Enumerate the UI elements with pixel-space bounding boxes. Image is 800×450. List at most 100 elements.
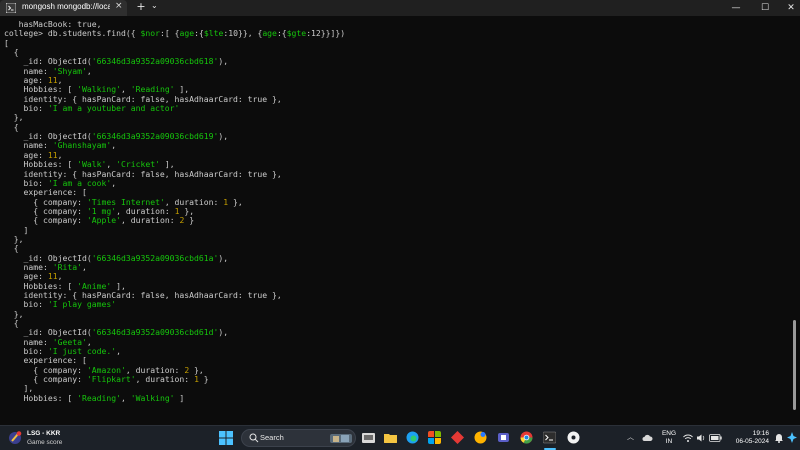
- terminal-segment: 'Apple': [86, 215, 121, 226]
- weather-widget[interactable]: LSG - KKR Game score: [8, 429, 98, 449]
- terminal-text: hasMacBook: true, college> db.students.fi…: [0, 16, 792, 403]
- search-icon: [249, 433, 259, 443]
- terminal-line: _id: ObjectId('66346d3a9352a09036cbd619'…: [4, 131, 792, 142]
- terminal-line: bio: 'I am a cook',: [4, 177, 792, 188]
- terminal-line: identity: { hasPanCard: false, hasAdhaar…: [4, 169, 792, 179]
- folder-icon[interactable]: [384, 431, 397, 444]
- volume-icon[interactable]: [696, 433, 706, 443]
- terminal-segment: ,: [111, 177, 117, 188]
- scrollbar-thumb[interactable]: [793, 320, 796, 410]
- terminal-segment: , duration:: [135, 374, 195, 385]
- lang-bottom: IN: [665, 438, 673, 445]
- terminal-segment: :{: [194, 28, 204, 39]
- terminal-line: _id: ObjectId('66346d3a9352a09036cbd61d'…: [4, 328, 792, 337]
- terminal-segment: 'Walking': [130, 392, 175, 403]
- terminal-segment: ,: [111, 140, 117, 151]
- terminal-line: bio: 'I just code.',: [4, 346, 792, 357]
- terminal-line: },: [4, 309, 792, 319]
- app-yellow-icon[interactable]: [474, 431, 487, 444]
- terminal-line: bio: 'I am a youtuber and actor': [4, 103, 792, 114]
- terminal-app-icon[interactable]: [543, 431, 556, 444]
- terminal-line: Hobbies: [ 'Reading', 'Walking' ]: [4, 392, 792, 403]
- edge-icon[interactable]: [406, 431, 419, 444]
- close-window-button[interactable]: ✕: [782, 1, 800, 15]
- terminal-segment: $gte: [286, 28, 307, 39]
- terminal-line: { company: 'Apple', duration: 2 }: [4, 216, 792, 225]
- notification-bell-icon[interactable]: [774, 432, 784, 443]
- app-white-icon[interactable]: [567, 431, 580, 444]
- terminal-segment: ]: [174, 392, 185, 403]
- close-tab-icon[interactable]: ×: [115, 1, 123, 11]
- taskbar-search[interactable]: Search: [241, 429, 356, 447]
- terminal-segment: 'I am a youtuber and actor': [47, 103, 180, 114]
- new-tab-button[interactable]: +: [135, 0, 147, 13]
- app-red-icon[interactable]: [451, 431, 464, 444]
- terminal-segment: 'I play games': [47, 299, 117, 310]
- terminal-segment: age: [179, 28, 195, 39]
- terminal-segment: '66346d3a9352a09036cbd61d': [91, 327, 219, 338]
- tab-dropdown-icon[interactable]: ⌄: [151, 1, 158, 10]
- battery-icon[interactable]: [709, 434, 722, 442]
- terminal-tab-icon: [6, 3, 16, 13]
- maximize-button[interactable]: ☐: [756, 1, 774, 15]
- terminal-line: },: [4, 113, 792, 122]
- lang-top: ENG: [661, 430, 677, 437]
- terminal-segment: :[ {: [159, 28, 180, 39]
- terminal-segment: }: [184, 215, 195, 226]
- terminal-output[interactable]: hasMacBook: true, college> db.students.fi…: [0, 16, 792, 425]
- terminal-segment: 'Flipkart': [86, 374, 136, 385]
- widgets-icon[interactable]: [787, 432, 797, 443]
- terminal-segment: ),: [218, 56, 229, 67]
- terminal-line: name: 'Rita',: [4, 262, 792, 272]
- terminal-segment: 'Reading': [77, 392, 121, 403]
- cricket-icon: [9, 431, 22, 444]
- chevron-up-icon[interactable]: ︿: [627, 432, 634, 442]
- terminal-line: identity: { hasPanCard: false, hasAdhaar…: [4, 290, 792, 300]
- terminal-segment: :12}}]}): [306, 28, 346, 39]
- terminal-segment: ),: [218, 327, 229, 338]
- file-explorer-icon[interactable]: [362, 431, 375, 444]
- terminal-tab[interactable]: mongosh mongodb://localho ×: [0, 0, 127, 16]
- terminal-line: { company: 'Flipkart', duration: 1 }: [4, 374, 792, 385]
- terminal-segment: college> db.students.find({: [4, 28, 141, 39]
- terminal-segment: :{: [276, 28, 287, 39]
- terminal-line: [: [4, 38, 792, 48]
- terminal-line: name: 'Ghanshayam',: [4, 141, 792, 150]
- language-indicator[interactable]: ENG IN: [661, 430, 677, 446]
- store-icon[interactable]: [428, 431, 441, 444]
- terminal-segment: ),: [218, 252, 229, 263]
- terminal-line: _id: ObjectId('66346d3a9352a09036cbd61a'…: [4, 252, 792, 263]
- minimize-button[interactable]: —: [727, 1, 745, 15]
- weather-title: LSG - KKR: [27, 430, 61, 437]
- terminal-segment: }: [198, 374, 209, 385]
- terminal-line: bio: 'I play games': [4, 300, 792, 309]
- clock-time: 19:16: [752, 430, 769, 437]
- terminal-segment: ,: [120, 392, 131, 403]
- weather-subtitle: Game score: [27, 439, 63, 446]
- terminal-segment: ),: [218, 131, 229, 142]
- terminal-segment: $lte: [203, 28, 224, 39]
- terminal-line: _id: ObjectId('66346d3a9352a09036cbd618'…: [4, 57, 792, 66]
- cloud-icon[interactable]: [642, 433, 653, 443]
- teams-icon[interactable]: [497, 431, 510, 444]
- windows-start-icon[interactable]: [219, 431, 233, 445]
- tab-title: mongosh mongodb://localho: [22, 2, 110, 11]
- terminal-segment: $nor: [140, 28, 160, 39]
- terminal-line: ]: [4, 225, 792, 235]
- terminal-segment: '66346d3a9352a09036cbd618': [91, 56, 219, 67]
- title-bar: mongosh mongodb://localho × + ⌄ — ☐ ✕: [0, 0, 800, 16]
- terminal-line: name: 'Shyam',: [4, 65, 792, 76]
- terminal-segment: Hobbies: [: [4, 392, 78, 403]
- terminal-segment: ,: [86, 65, 92, 76]
- search-highlight-icon: [330, 434, 352, 443]
- terminal-segment: , duration:: [120, 215, 180, 226]
- chrome-icon[interactable]: [520, 431, 533, 444]
- wifi-icon[interactable]: [683, 433, 693, 443]
- terminal-segment: ,: [116, 346, 121, 357]
- clock[interactable]: 19:16 06-05-2024: [735, 430, 769, 446]
- clock-date: 06-05-2024: [735, 438, 769, 445]
- terminal-segment: :10}}, {: [223, 28, 263, 39]
- terminal-line: college> db.students.find({ $nor:[ {age:…: [4, 29, 792, 38]
- terminal-segment: },: [228, 196, 243, 207]
- terminal-segment: '66346d3a9352a09036cbd61a': [91, 252, 219, 263]
